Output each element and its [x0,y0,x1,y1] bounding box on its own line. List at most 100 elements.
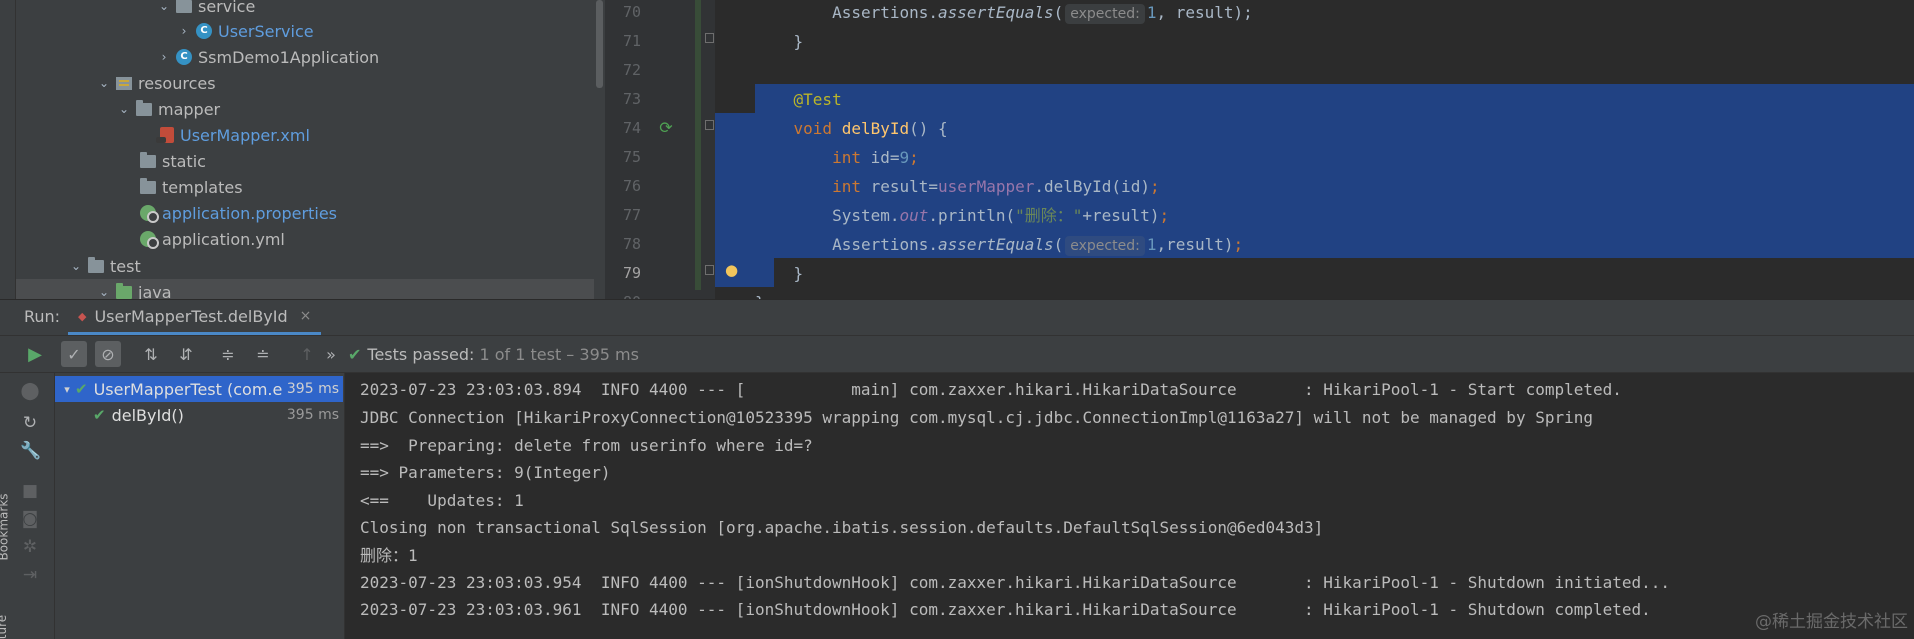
tree-item-application-yml[interactable]: application.yml [16,226,594,252]
tree-item-label: templates [162,177,243,197]
run-test-gutter-icon[interactable]: ⟳ [657,119,675,137]
chevron-right-icon[interactable]: › [156,50,172,64]
tree-item-label: application.yml [162,229,285,249]
tree-item-label: static [162,151,206,171]
code-line-75: int id=9; [832,148,919,167]
sort-by-duration-button[interactable]: ⇵ [173,341,199,367]
tree-item-label: test [110,256,141,276]
selection-end-gap [774,258,1914,287]
run-toolbar: ▶ ✓ ⊘ ⇅ ⇵ ≑ ≐ ↑ » ✔ Tests passed: 1 of 1 … [0,336,1914,373]
selection-notch [715,84,755,113]
rerun-button[interactable]: ▶ [22,341,48,367]
tree-item-label: mapper [158,99,221,119]
code-line-78: Assertions.assertEquals(expected: 1,resul… [755,235,1244,256]
chevron-down-icon[interactable]: ⌄ [68,259,84,273]
tests-passed-label: Tests passed: [367,345,475,364]
run-tab-usermappertest[interactable]: ◆ UserMapperTest.delById × [68,300,322,335]
tree-item-mapper[interactable]: ⌄ mapper [16,96,594,122]
left-tool-strip [0,0,16,299]
sort-alphabetically-button[interactable]: ⇅ [138,341,164,367]
tree-item-application-properties[interactable]: application.properties [16,200,594,226]
show-passed-toggle[interactable]: ✓ [61,341,87,367]
more-actions-icon[interactable]: » [318,341,344,367]
line-number: 73 [622,90,641,108]
tree-item-java[interactable]: ⌄ java [16,279,594,299]
tests-passed-detail: 1 of 1 test – 395 ms [479,345,639,364]
exit-icon[interactable]: ⇥ [20,565,40,585]
chevron-down-icon[interactable]: ▾ [59,383,75,396]
tree-item-label: UserService [218,21,314,41]
tree-item-userservice[interactable]: › C UserService [16,18,594,44]
code-line-74: void delById() { [793,119,948,138]
tree-item-ssmdemo1application[interactable]: › C SsmDemo1Application [16,44,594,70]
lightbulb-icon[interactable]: ● [725,262,739,278]
show-ignored-toggle[interactable]: ⊘ [95,341,121,367]
project-scrollbar[interactable] [594,0,605,299]
tree-item-usermapper-xml[interactable]: UserMapper.xml [16,122,594,148]
code-editor[interactable]: 70 71 72 73 74 75 76 77 78 79 80 ⟳ Asser… [605,0,1914,299]
code-line-79: } [755,264,804,283]
tree-item-static[interactable]: static [16,148,594,174]
expand-all-button[interactable]: ≑ [215,341,241,367]
console-line: 2023-07-23 23:03:03.961 INFO 4400 --- [i… [360,600,1651,619]
top-area: ⌄ service › C UserService › C SsmDemo1Ap… [0,0,1914,299]
code-line-70: Assertions.assertEquals(expected: 1, resu… [755,3,1253,24]
folder-icon [140,151,156,168]
spring-properties-icon [140,205,159,223]
vcs-change-marker[interactable] [695,0,701,290]
line-number: 80 [605,288,641,299]
chevron-down-icon[interactable]: ⌄ [96,76,112,90]
fold-marker-icon[interactable] [705,265,714,275]
test-node-delbyid[interactable]: ✔ delById() 395 ms [55,402,343,428]
tree-item-label: service [198,0,256,16]
wrench-icon[interactable]: 🔧 [20,441,41,461]
chevron-down-icon[interactable]: ⌄ [96,285,112,299]
rerun-failed-icon[interactable]: ↻ [20,413,40,433]
gear-icon[interactable]: ✲ [20,537,40,557]
folder-icon [140,177,156,194]
spring-yml-icon [140,231,159,249]
chevron-down-icon[interactable]: ⌄ [116,102,132,116]
test-node-usermappertest[interactable]: ▾ ✔ UserMapperTest (com.e 395 ms [55,376,343,402]
line-number: 75 [622,148,641,166]
console-output[interactable]: 2023-07-23 23:03:03.894 INFO 4400 --- [ … [344,373,1914,639]
code-line-73: @Test [793,90,842,109]
line-number: 70 [622,3,641,21]
chevron-right-icon[interactable]: › [176,24,192,38]
resources-folder-icon [116,76,132,90]
scrollbar-thumb[interactable] [596,0,603,88]
previous-failed-button[interactable]: ↑ [294,341,320,367]
debug-icon[interactable]: ⬤ [20,381,40,401]
line-number: 79 [622,264,641,282]
fold-marker-icon[interactable] [705,33,714,43]
test-results-tree: ▾ ✔ UserMapperTest (com.e 395 ms ✔ delBy… [55,373,343,639]
chevron-down-icon[interactable]: ⌄ [156,0,172,13]
folder-icon [136,99,152,116]
stop-icon[interactable]: ■ [20,481,40,501]
console-line: ==> Parameters: 9(Integer) [360,463,611,482]
bookmarks-label: Bookmarks [0,493,11,561]
code-line-80: } [755,288,765,299]
inlay-hint: expected: [1065,236,1145,256]
tree-item-service[interactable]: ⌄ service [16,0,594,19]
structure-side-tab[interactable]: ture [0,610,16,639]
tree-item-templates[interactable]: templates [16,174,594,200]
tree-item-resources[interactable]: ⌄ resources [16,70,594,96]
folder-icon [88,256,104,273]
fold-marker-icon[interactable] [705,120,714,130]
test-config-icon: ◆ [78,309,87,323]
console-line: 删除：1 [360,546,418,565]
test-node-time: 395 ms [286,381,339,397]
check-icon: ✔ [93,406,106,424]
close-icon[interactable]: × [300,308,312,324]
editor-gutter: 70 71 72 73 74 75 76 77 78 79 80 ⟳ [605,0,715,299]
camera-icon[interactable]: ◙ [20,509,40,529]
collapse-all-button[interactable]: ≐ [250,341,276,367]
code-line-76: int result=userMapper.delById(id); [832,177,1160,196]
spring-boot-class-icon: C [176,49,192,65]
tree-item-test[interactable]: ⌄ test [16,253,594,279]
bookmarks-side-tab[interactable]: Bookmarks [0,490,16,580]
tree-item-label: SsmDemo1Application [198,47,380,67]
line-number: 74 [622,119,641,137]
inlay-hint: expected: [1065,4,1145,24]
